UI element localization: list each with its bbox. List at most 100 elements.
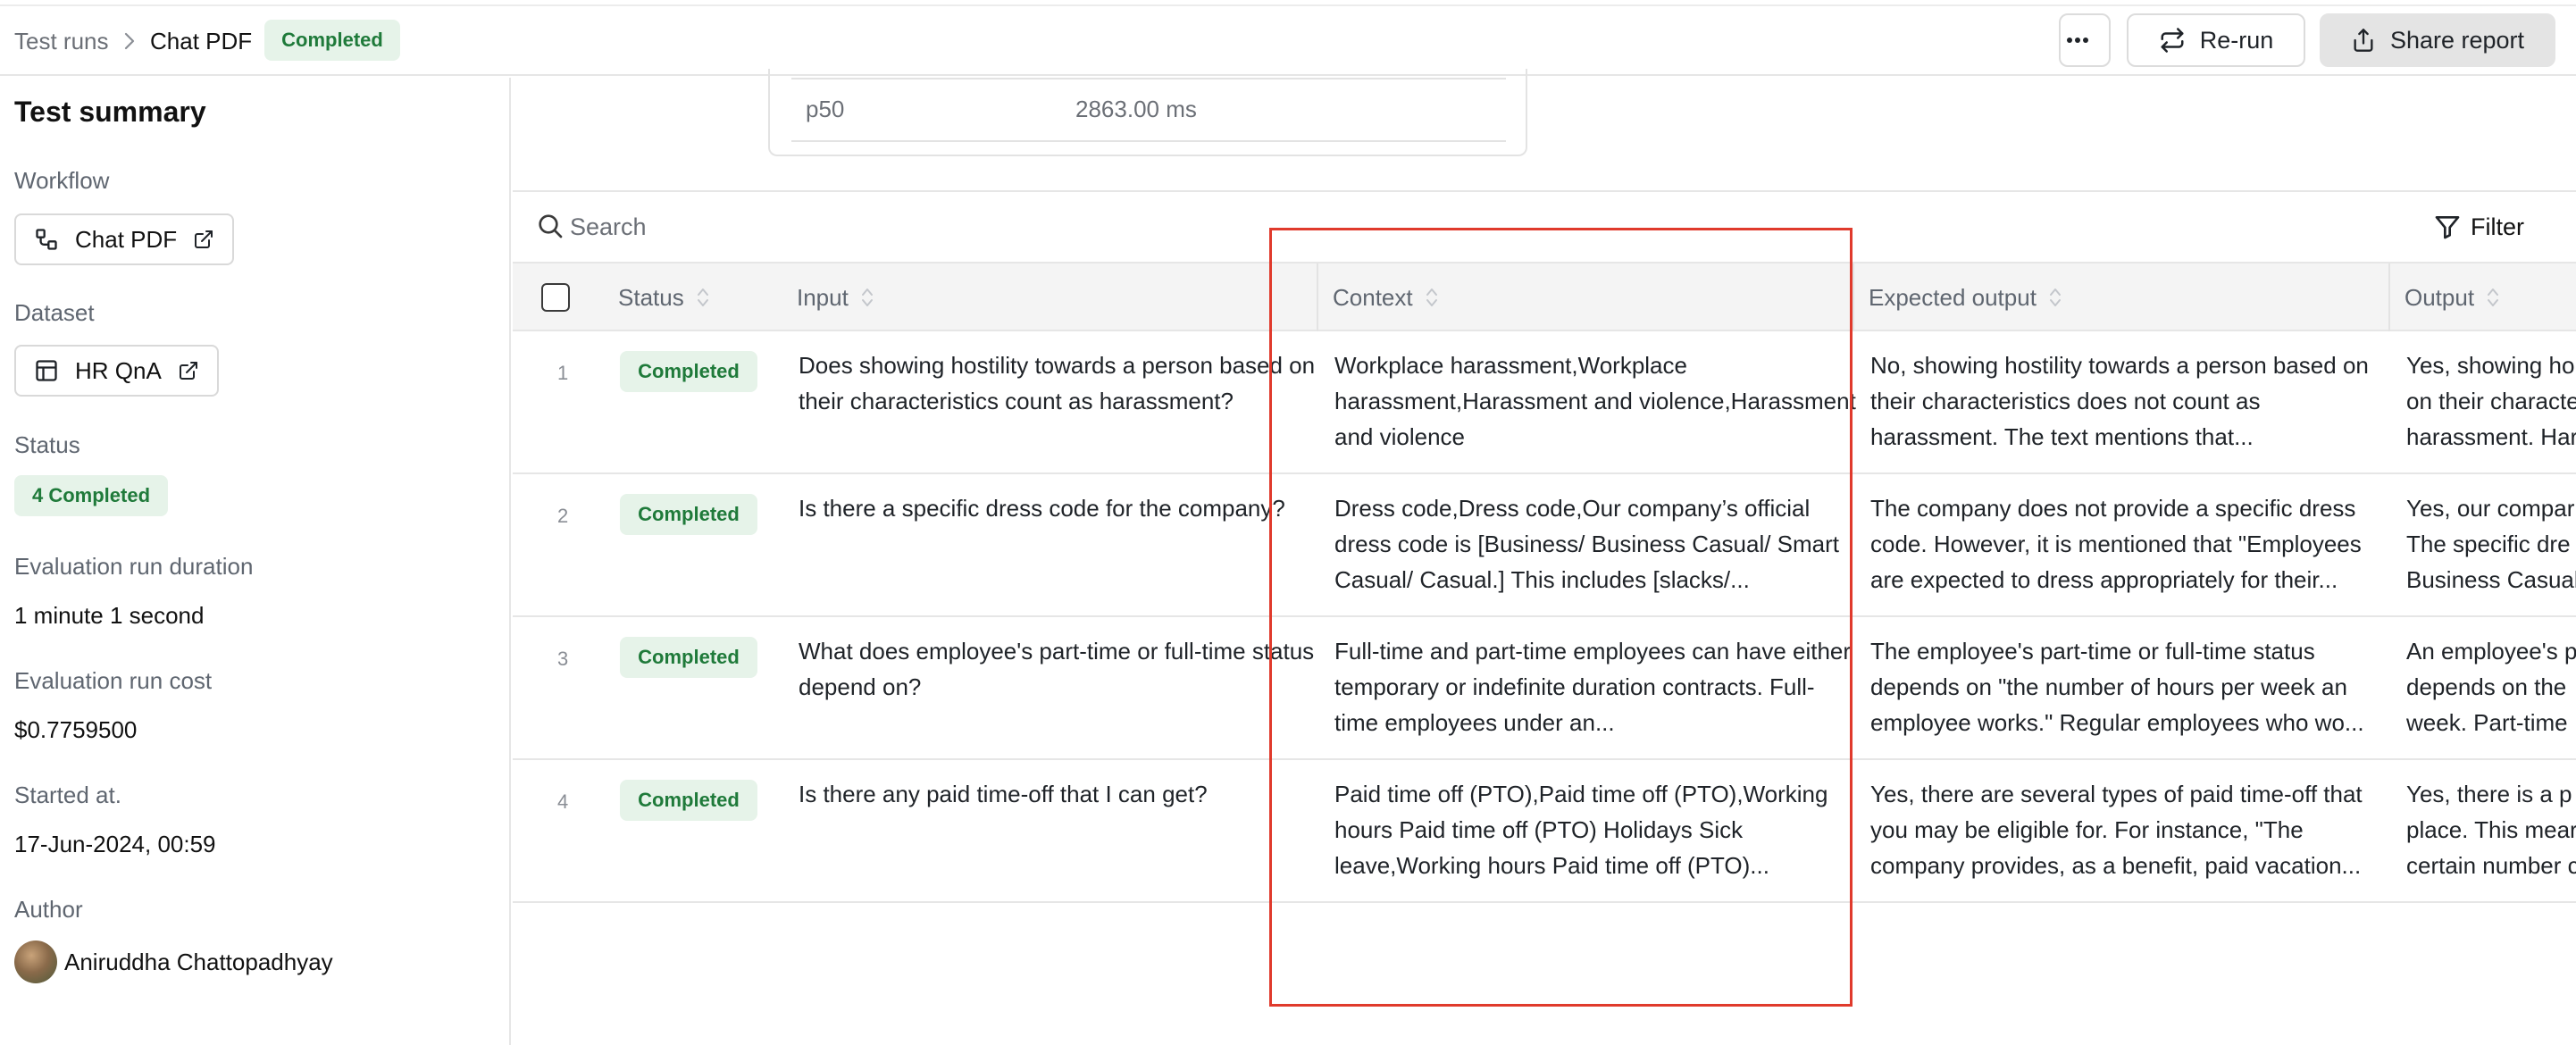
output-line: An employee's p	[2406, 638, 2576, 665]
column-label: Status	[618, 283, 684, 311]
row-number: 2	[557, 505, 569, 527]
cell-context: Paid time off (PTO),Paid time off (PTO),…	[1334, 781, 1828, 879]
cell-context: Dress code,Dress code,Our company’s offi…	[1334, 495, 1840, 593]
column-header-context[interactable]: Context	[1333, 263, 1438, 331]
main-content: p50 2863.00 ms Filter Status Input Conte…	[513, 69, 2576, 1045]
cell-expected-output: The company does not provide a specific …	[1870, 495, 2362, 593]
run-status-badge: Completed	[264, 20, 400, 61]
cell-input: Does showing hostility towards a person …	[799, 352, 1316, 414]
table-row[interactable]: 4 Completed Is there any paid time-off t…	[513, 760, 2576, 903]
cost-value: $0.7759500	[14, 716, 138, 743]
breadcrumb-test-runs[interactable]: Test runs	[14, 6, 109, 76]
row-number: 1	[557, 362, 569, 384]
column-divider[interactable]	[1317, 263, 1318, 331]
stats-value: 2863.00 ms	[1075, 96, 1197, 122]
column-header-input[interactable]: Input	[797, 263, 874, 331]
column-header-expected-output[interactable]: Expected output	[1869, 263, 2062, 331]
cost-label: Evaluation run cost	[14, 667, 213, 694]
workflow-link[interactable]: Chat PDF	[14, 213, 235, 265]
rerun-label: Re-run	[2199, 26, 2274, 54]
column-label: Output	[2405, 283, 2475, 311]
table-header: Status Input Context Expected output Out…	[513, 262, 2576, 331]
cell-input: Is there a specific dress code for the c…	[799, 495, 1285, 522]
output-line: Yes, our compar	[2406, 495, 2575, 522]
author-label: Author	[14, 896, 83, 923]
table-row[interactable]: 1 Completed Does showing hostility towar…	[513, 331, 2576, 474]
cell-expected-output: No, showing hostility towards a person b…	[1870, 352, 2369, 450]
author-name: Aniruddha Chattopadhyay	[64, 949, 333, 975]
output-line: Yes, there is a p	[2406, 781, 2572, 807]
share-report-button[interactable]: Share report	[2320, 13, 2555, 67]
dataset-value: HR QnA	[75, 356, 162, 384]
top-edge	[0, 0, 2576, 6]
output-line: place. This mear	[2406, 816, 2576, 843]
column-header-status[interactable]: Status	[618, 263, 709, 331]
cell-input: Is there any paid time-off that I can ge…	[799, 781, 1208, 807]
output-line: depends on the	[2406, 673, 2567, 700]
column-label: Expected output	[1869, 283, 2037, 311]
row-status-badge: Completed	[620, 494, 757, 535]
column-divider[interactable]	[2388, 263, 2390, 331]
filter-label: Filter	[2471, 213, 2524, 240]
stats-key: p50	[806, 96, 845, 122]
status-label: Status	[14, 431, 80, 458]
duration-label: Evaluation run duration	[14, 553, 254, 580]
status-count-badge: 4 Completed	[14, 475, 169, 516]
cell-expected-output: Yes, there are several types of paid tim…	[1870, 781, 2363, 879]
external-link-icon	[193, 229, 214, 250]
workflow-value: Chat PDF	[75, 225, 178, 253]
started-label: Started at.	[14, 782, 121, 808]
cell-output: An employee's p depends on the week. Par…	[2406, 633, 2576, 740]
sort-icon	[697, 286, 709, 309]
share-report-label: Share report	[2389, 26, 2525, 54]
cell-output: Yes, there is a p place. This mear certa…	[2406, 776, 2576, 883]
cell-input: What does employee's part-time or full-t…	[799, 638, 1315, 700]
output-line: harassment. Har	[2406, 423, 2576, 450]
row-number: 4	[557, 790, 569, 813]
workflow-label: Workflow	[14, 167, 110, 194]
sort-icon	[1426, 286, 1438, 309]
latency-stats-card: p50 2863.00 ms	[768, 69, 1527, 156]
repeat-icon	[2159, 27, 2200, 54]
filter-button[interactable]: Filter	[2433, 205, 2524, 249]
cell-output: Yes, our compar The specific dre Busines…	[2406, 490, 2576, 598]
top-bar: Test runs Chat PDF Completed Re-run Shar…	[0, 6, 2576, 76]
row-status-badge: Completed	[620, 351, 757, 392]
external-link-icon	[178, 360, 199, 381]
table-row[interactable]: 3 Completed What does employee's part-ti…	[513, 617, 2576, 760]
row-number: 3	[557, 648, 569, 670]
output-line: Yes, showing ho	[2406, 352, 2575, 379]
dataset-link[interactable]: HR QnA	[14, 345, 219, 397]
cell-context: Workplace harassment,Workplace harassmen…	[1334, 352, 1856, 450]
output-line: week. Part-time	[2406, 709, 2568, 736]
column-divider[interactable]	[1853, 263, 1854, 331]
stats-divider	[791, 78, 1506, 79]
test-summary-sidebar: Test summary Workflow Chat PDF Dataset H…	[0, 78, 511, 1045]
workflow-icon	[34, 227, 59, 252]
cell-context: Full-time and part-time employees can ha…	[1334, 638, 1852, 736]
row-status-badge: Completed	[620, 637, 757, 678]
dataset-label: Dataset	[14, 299, 95, 326]
cell-output: Yes, showing ho on their characte harass…	[2406, 347, 2576, 455]
stats-divider	[791, 140, 1506, 142]
select-all-checkbox[interactable]	[541, 283, 570, 312]
table-row[interactable]: 2 Completed Is there a specific dress co…	[513, 474, 2576, 617]
share-icon	[2351, 27, 2390, 54]
output-line: on their characte	[2406, 388, 2576, 414]
sort-icon	[2049, 286, 2062, 309]
output-line: The specific dre	[2406, 531, 2571, 557]
output-line: certain number c	[2406, 852, 2576, 879]
cell-expected-output: The employee's part-time or full-time st…	[1870, 638, 2364, 736]
duration-value: 1 minute 1 second	[14, 602, 205, 629]
more-options-button[interactable]	[2059, 13, 2111, 67]
row-status-badge: Completed	[620, 780, 757, 821]
table-icon	[34, 358, 59, 383]
column-label: Context	[1333, 283, 1413, 311]
search-bar: Filter	[513, 192, 2576, 262]
search-input[interactable]	[570, 205, 1106, 249]
rerun-button[interactable]: Re-run	[2127, 13, 2305, 67]
sort-icon	[861, 286, 874, 309]
column-label: Input	[797, 283, 849, 311]
column-header-output[interactable]: Output	[2405, 263, 2499, 331]
avatar	[14, 940, 57, 983]
